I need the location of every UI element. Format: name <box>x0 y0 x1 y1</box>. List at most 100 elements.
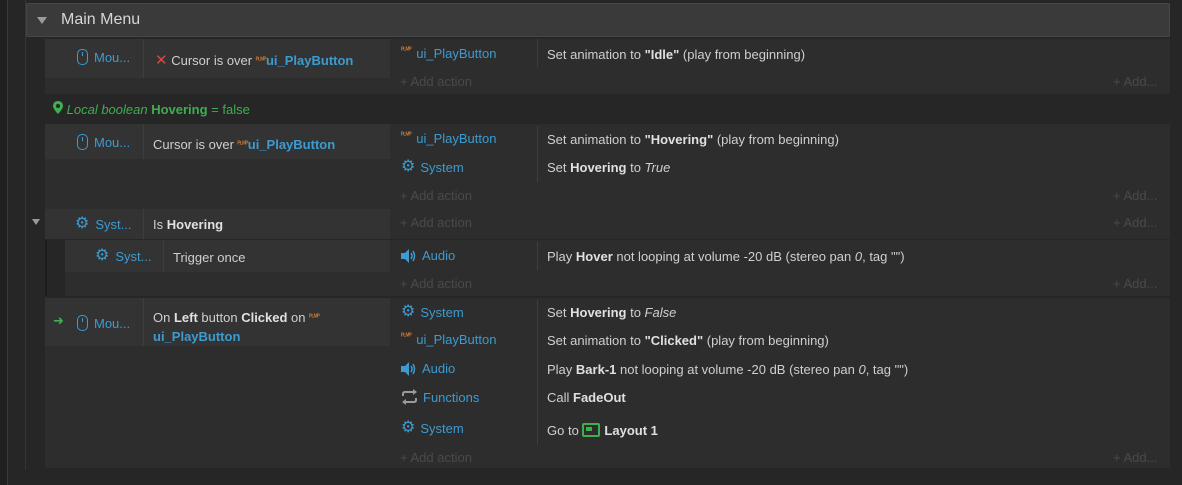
divider <box>143 298 144 346</box>
location-pin-icon <box>53 101 63 114</box>
action-bold: "Hovering" <box>644 132 714 147</box>
action-text[interactable]: Play Hover not looping at volume -20 dB … <box>547 249 905 264</box>
condition-object-label: Mou... <box>94 49 131 65</box>
action-pre: Call <box>547 390 574 405</box>
add-event-button[interactable]: + Add... <box>1113 276 1157 291</box>
local-var-name: Hovering <box>151 102 208 117</box>
action-bold: "Clicked" <box>644 333 704 348</box>
sprite-icon: ᴾᴸᴹᴾ <box>401 47 412 54</box>
sprite-icon: ᴾᴸᴹᴾ <box>401 132 412 139</box>
condition-object[interactable]: Mou... <box>77 315 130 331</box>
layout-icon <box>582 423 601 437</box>
sprite-icon: ᴾᴸᴹᴾ <box>237 141 249 148</box>
condition-target: ui_PlayButton <box>153 329 241 344</box>
action-object-label: Audio <box>422 248 456 263</box>
condition-object[interactable]: ⚙ Syst... <box>75 216 131 232</box>
condition-text[interactable]: Trigger once <box>173 250 246 265</box>
action-text[interactable]: Set Hovering to False <box>547 305 676 320</box>
action-divider <box>537 126 538 182</box>
condition-bold-1: Left <box>173 310 198 325</box>
action-post: (play from beginning) <box>703 333 829 348</box>
action-post: (play from beginning) <box>679 47 806 62</box>
condition-text[interactable]: On Left button Clicked on ᴾᴸᴹᴾ ui_PlayBu… <box>153 310 383 345</box>
left-margin <box>0 0 8 485</box>
condition-bold: Hovering <box>166 217 224 232</box>
action-pre: Set <box>547 305 571 320</box>
action-text[interactable]: Play Bark-1 not looping at volume -20 dB… <box>547 362 908 377</box>
action-object-sprite[interactable]: ᴾᴸᴹᴾ ui_PlayButton <box>401 46 496 61</box>
add-action-button[interactable]: + Add action <box>400 188 472 203</box>
event-collapse-toggle[interactable] <box>32 219 40 225</box>
add-event-button[interactable]: + Add... <box>1113 215 1157 230</box>
group-header[interactable]: Main Menu <box>26 3 1170 37</box>
event-block-3[interactable]: ⚙ Syst... Is Hovering <box>45 209 1170 239</box>
condition-bold-2: Clicked <box>241 310 288 325</box>
action-object-audio[interactable]: Audio <box>401 361 455 376</box>
add-event-button[interactable]: + Add... <box>1113 450 1157 465</box>
action-object-system[interactable]: ⚙ System <box>401 159 464 175</box>
action-mid: not looping at volume -20 dB (stereo pan <box>616 362 859 377</box>
gear-icon: ⚙ <box>75 215 90 232</box>
action-object-functions[interactable]: Functions <box>401 389 479 405</box>
action-object-label: System <box>420 420 464 436</box>
event-block-4[interactable]: ➜ Mou... On Left button Clicked on ᴾᴸᴹᴾ … <box>45 298 1170 468</box>
triangle-down-icon[interactable] <box>32 219 40 225</box>
triangle-down-icon[interactable] <box>37 16 47 24</box>
action-divider <box>537 242 538 270</box>
local-variable[interactable]: Local boolean Hovering = false <box>53 101 250 117</box>
condition-text[interactable]: Cursor is over ᴾᴸᴹᴾui_PlayButton <box>153 137 335 152</box>
condition-text[interactable]: Is Hovering <box>153 217 223 232</box>
cycle-arrows-icon <box>402 389 417 405</box>
condition-object[interactable]: ⚙ Syst... <box>95 248 151 264</box>
action-object-label: System <box>420 159 464 175</box>
action-text[interactable]: Set animation to "Hovering" (play from b… <box>547 132 839 147</box>
x-icon: ✕ <box>155 52 168 69</box>
sprite-icon: ᴾᴸᴹᴾ <box>401 333 412 340</box>
add-action-button[interactable]: + Add action <box>400 215 472 230</box>
add-event-button[interactable]: + Add... <box>1113 74 1157 89</box>
mouse-icon <box>77 315 88 331</box>
action-object-label: ui_PlayButton <box>416 46 497 61</box>
condition-object[interactable]: Mou... <box>77 49 130 65</box>
action-bold: Layout 1 <box>604 423 658 438</box>
divider <box>163 240 164 272</box>
sprite-icon: ᴾᴸᴹᴾ <box>255 57 267 64</box>
condition-text[interactable]: ✕ Cursor is over ᴾᴸᴹᴾui_PlayButton <box>155 51 353 69</box>
action-bold: Hovering <box>570 160 627 175</box>
action-object-system[interactable]: ⚙ System <box>401 304 464 320</box>
gear-icon: ⚙ <box>95 247 110 264</box>
action-object-sprite[interactable]: ᴾᴸᴹᴾ ui_PlayButton <box>401 131 496 146</box>
action-object-label: Functions <box>423 389 480 405</box>
local-var-prefix: Local boolean <box>66 102 152 117</box>
condition-target: ui_PlayButton <box>265 53 354 68</box>
condition-object-label: Syst... <box>95 216 132 232</box>
action-object-system[interactable]: ⚙ System <box>401 420 464 436</box>
action-text[interactable]: Call FadeOut <box>547 390 626 405</box>
action-text[interactable]: Set animation to "Clicked" (play from be… <box>547 333 829 348</box>
action-object-audio[interactable]: Audio <box>401 248 455 263</box>
action-pre: Go to <box>547 423 583 438</box>
action-bold: "Idle" <box>644 47 680 62</box>
speaker-icon <box>401 361 416 376</box>
add-event-button[interactable]: + Add... <box>1113 188 1157 203</box>
action-bold: FadeOut <box>573 390 626 405</box>
group-title: Main Menu <box>61 11 141 28</box>
action-text[interactable]: Go to Layout 1 <box>547 421 658 438</box>
condition-mid: button <box>197 310 242 325</box>
local-var-suffix: = false <box>207 102 250 117</box>
action-text[interactable]: Set animation to "Idle" (play from begin… <box>547 47 805 62</box>
action-object-label: System <box>420 304 464 320</box>
action-text[interactable]: Set Hovering to True <box>547 160 670 175</box>
action-object-sprite[interactable]: ᴾᴸᴹᴾ ui_PlayButton <box>401 332 496 347</box>
add-action-button[interactable]: + Add action <box>400 450 472 465</box>
condition-object[interactable]: Mou... <box>77 134 130 150</box>
action-pre: Play <box>547 362 576 377</box>
add-action-button[interactable]: + Add action <box>400 276 472 291</box>
gear-icon: ⚙ <box>401 419 416 436</box>
indent-rail <box>8 0 26 470</box>
action-pre: Set <box>547 160 571 175</box>
action-object-label: ui_PlayButton <box>416 332 497 347</box>
action-italic: 0 <box>854 249 863 264</box>
speaker-icon <box>401 248 416 263</box>
add-action-button[interactable]: + Add action <box>400 74 472 89</box>
